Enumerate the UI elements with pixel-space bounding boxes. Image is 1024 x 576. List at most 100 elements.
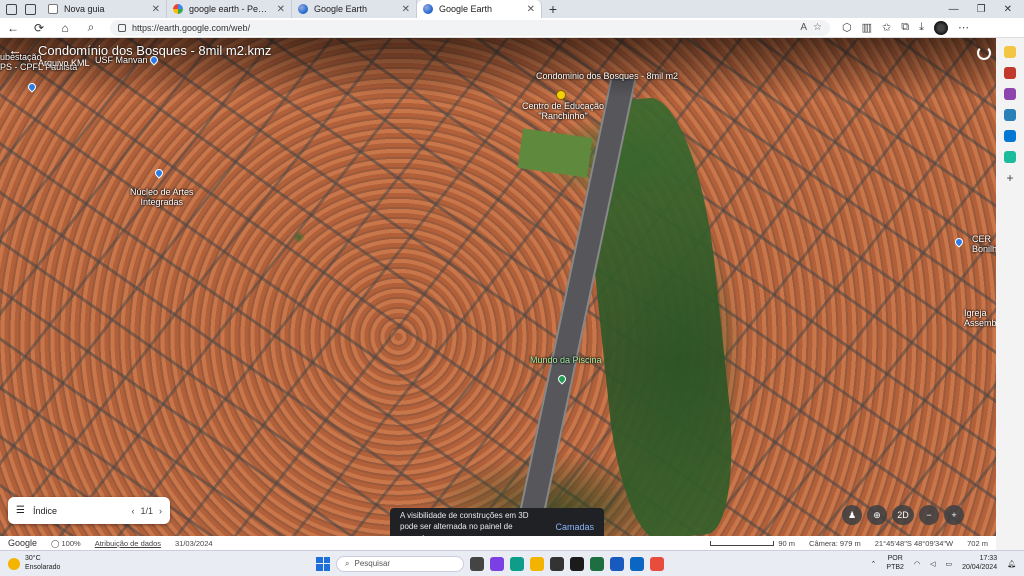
mail-icon[interactable] [630,556,644,571]
more-menu-icon[interactable]: ⋯ [958,21,969,34]
refresh-icon[interactable] [977,46,991,60]
weather-text: 30°C Ensolarado [25,555,60,572]
split-screen-icon[interactable]: ▥ [862,21,872,34]
earth-icon [298,4,308,14]
edge-sidebar: + [996,38,1024,550]
tab-4-active[interactable]: Google Earth ✕ [417,0,542,18]
map-label-cer[interactable]: CER Bonilh [972,234,996,255]
dell-icon[interactable] [550,556,564,571]
status-bar: Google ◯ 100% Atribuição de dados 31/03/… [0,536,996,550]
wifi-icon[interactable]: ◠ [914,560,920,568]
weather-widget[interactable]: 30°C Ensolarado [8,555,60,572]
index-pager: ‹ 1/1 › [131,506,162,516]
map-label-centro-educacao[interactable]: Centro de Educação "Ranchinho" [522,101,604,122]
url-field[interactable]: https://earth.google.com/web/ A ☆ [110,19,830,36]
outlook-icon[interactable] [1004,130,1016,142]
map-label-condominio[interactable]: Condominio dos Bosques - 8mil m2 [536,71,678,81]
edge-icon[interactable] [510,556,524,571]
window-tools [0,0,42,18]
layers-button[interactable]: Camadas [555,521,594,534]
tab-3[interactable]: Google Earth ✕ [292,0,417,18]
reload-icon[interactable]: ⟳ [32,21,46,35]
compass-icon[interactable]: ⊕ [867,505,887,525]
next-icon[interactable]: › [159,506,162,516]
close-tab-icon[interactable]: ✕ [402,4,410,15]
index-panel[interactable]: ☰ Índice ‹ 1/1 › [8,497,170,524]
window-controls: — ❐ ✕ [949,0,1024,18]
camera-altitude: Câmera: 979 m [809,538,861,548]
volume-icon[interactable]: ◁ [930,560,935,568]
pegman-icon[interactable]: ♟ [842,505,862,525]
close-tab-icon[interactable]: ✕ [152,4,160,15]
workspaces-icon[interactable] [6,3,17,15]
taskbar: 30°C Ensolarado ⌕ Pesquisar ⌃ POR PTB2 ◠… [0,550,1024,576]
word-icon[interactable] [610,556,624,571]
close-tab-icon[interactable]: ✕ [527,4,535,15]
favorites-icon[interactable]: ✩ [882,21,891,34]
maximize-icon[interactable]: ❐ [977,4,986,15]
search-icon[interactable]: ⌕ [84,20,98,35]
url-text: https://earth.google.com/web/ [132,22,251,33]
minimize-icon[interactable]: — [949,4,959,15]
back-icon[interactable]: ← [6,21,20,35]
system-tray: ⌃ POR PTB2 ◠ ◁ ▭ 17:33 20/04/2024 🔔︎ [871,555,1016,573]
tab-2[interactable]: google earth - Pesquisar ✕ [167,0,292,18]
weather-desc: Ensolarado [25,563,61,571]
tray-overflow-icon[interactable]: ⌃ [871,560,877,568]
attribution-link[interactable]: Atribuição de dados [95,539,161,548]
weather-temp: 30°C [25,555,41,563]
map-label-igreja[interactable]: Igreja Assemb [964,308,996,329]
2d-toggle-button[interactable]: 2D [892,505,914,525]
google-icon [173,4,183,14]
notification-bell-icon[interactable]: 🔔︎ [1007,560,1016,568]
snipping-tool-icon[interactable] [650,556,664,571]
close-window-icon[interactable]: ✕ [1004,4,1012,15]
zoom-out-icon[interactable]: − [919,505,939,525]
games-icon[interactable] [1004,88,1016,100]
read-aloud-icon[interactable]: A [800,22,807,33]
clock-time: 17:33 [979,554,998,562]
document-subtitle: Arquivo KML [38,58,90,68]
new-tab-button[interactable]: + [542,0,564,18]
prev-icon[interactable]: ‹ [131,506,134,516]
designer-icon[interactable] [1004,151,1016,163]
tab-actions-icon[interactable] [25,3,36,15]
document-title: Condomínio dos Bosques - 8mil m2.kmz [38,42,272,58]
close-tab-icon[interactable]: ✕ [277,4,285,15]
taskbar-search[interactable]: ⌕ Pesquisar [336,555,464,572]
back-arrow-icon[interactable]: ← [8,42,22,58]
copilot-chat-icon[interactable] [1004,109,1016,121]
map-label-mundo-piscina[interactable]: Mundo da Piscina [530,355,602,365]
lock-icon[interactable] [118,23,126,32]
excel-icon[interactable] [590,556,604,571]
map-label-nucleo-artes[interactable]: Núcleo de Artes Integradas [130,187,194,208]
language-indicator[interactable]: POR PTB2 [886,555,904,573]
task-view-icon[interactable] [470,556,484,571]
scale-label: 90 m [778,538,796,548]
downloads-icon[interactable]: ⤓ [919,21,924,34]
collections-icon[interactable]: ⧉ [901,21,909,34]
map-viewport[interactable]: ubestação PS - CPFL Paulista USF Manvan … [0,38,996,536]
home-icon[interactable]: ⌂ [58,21,72,35]
start-button[interactable] [316,556,330,571]
store-icon[interactable] [570,556,584,571]
extensions-icon[interactable]: ⬡ [842,21,852,34]
tools-icon[interactable] [1004,67,1016,79]
clock[interactable]: 17:33 20/04/2024 [962,555,997,573]
battery-icon[interactable]: ▭ [945,560,952,568]
render-status: ◯ 100% [51,538,81,548]
chat-icon[interactable] [490,556,504,571]
profile-avatar[interactable] [933,20,948,35]
zoom-in-icon[interactable]: + [944,505,964,525]
file-explorer-icon[interactable] [530,556,544,571]
place-pin-icon[interactable] [153,167,165,179]
add-icon[interactable]: + [1004,172,1016,184]
place-pin-icon[interactable] [953,236,965,248]
sports-field [517,128,593,178]
favorite-star-icon[interactable]: ☆ [813,22,822,33]
page-icon [48,4,58,14]
pushpin-icon[interactable] [556,90,566,100]
tab-1[interactable]: Nova guia ✕ [42,0,167,18]
coordinates: 21°45'48"S 48°09'34"W [874,538,954,548]
copilot-icon[interactable] [1004,46,1016,58]
